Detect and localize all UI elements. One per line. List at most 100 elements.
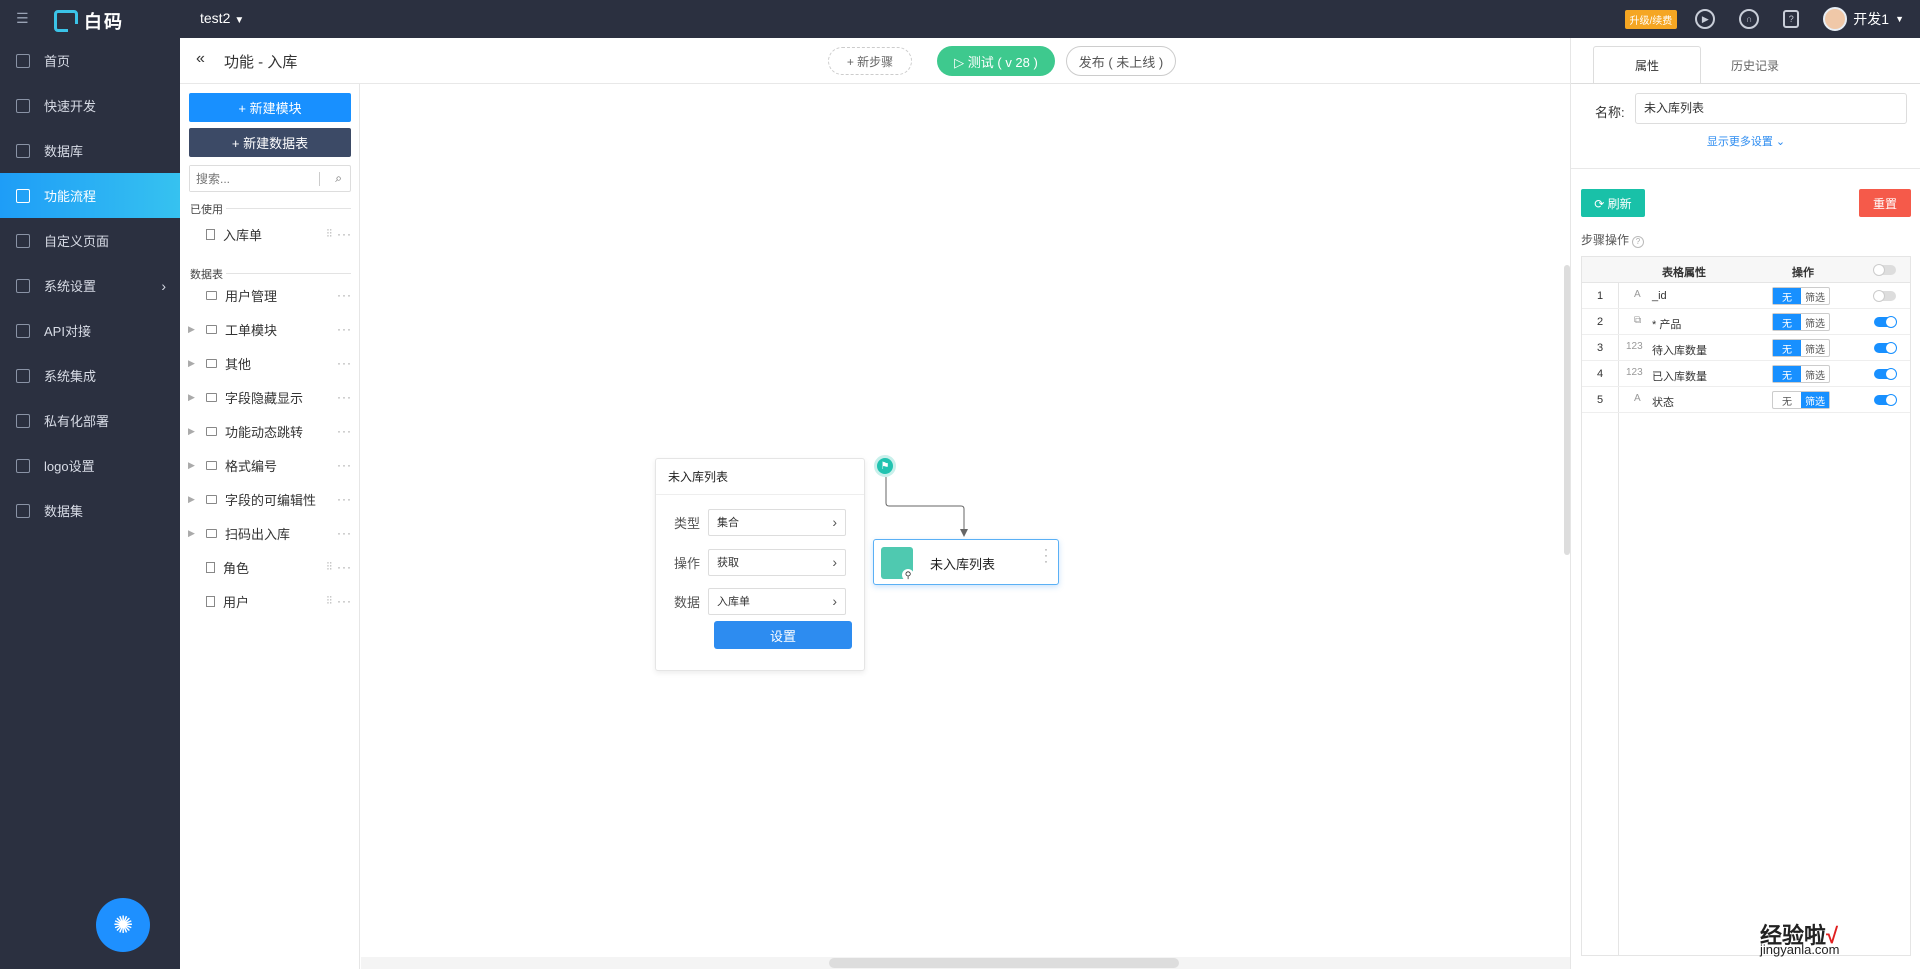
search-icon[interactable]: ⌕	[335, 171, 342, 186]
document-icon	[206, 561, 215, 573]
op-filter-option[interactable]: 筛选	[1801, 340, 1829, 356]
more-icon[interactable]: ···	[337, 390, 352, 404]
sidebar-item-custom-page[interactable]: 自定义页面	[0, 218, 180, 263]
new-table-button[interactable]: + 新建数据表	[189, 128, 351, 157]
project-selector[interactable]: test2 ▼	[200, 10, 244, 26]
more-icon[interactable]: ···	[337, 227, 352, 241]
expand-arrow-icon[interactable]: ▶	[188, 358, 200, 369]
divider	[1571, 168, 1920, 169]
settings-sliders-icon[interactable]: ⫶⫶	[327, 561, 333, 574]
sidebar-item-dataset[interactable]: 数据集	[0, 488, 180, 533]
page-header: « 功能 - 入库 + 新步骤 ▷ 测试 ( v 28 ) 发布 ( 未上线 )	[180, 38, 1570, 84]
data-select[interactable]: 入库单 ›	[708, 587, 846, 615]
new-module-button[interactable]: + 新建模块	[189, 93, 351, 122]
more-icon[interactable]: ···	[337, 492, 352, 506]
sidebar-item-label: 功能流程	[44, 189, 97, 204]
user-caret-down-icon[interactable]: ▼	[1895, 14, 1904, 24]
table-folder-dynamic-jump[interactable]: ▶ 功能动态跳转 ···	[180, 420, 360, 442]
expand-arrow-icon[interactable]: ▶	[188, 528, 200, 539]
help-icon[interactable]: ?	[1783, 10, 1800, 28]
table-folder-user-mgmt[interactable]: 用户管理 ···	[180, 284, 360, 306]
op-none-option[interactable]: 无	[1773, 340, 1801, 356]
database-icon	[16, 143, 30, 158]
app-logo[interactable]: 白码	[54, 8, 124, 34]
flow-node[interactable]: 未入库列表 ···	[873, 539, 1059, 585]
table-folder-workorder[interactable]: ▶ 工单模块 ···	[180, 318, 360, 340]
operation-select[interactable]: 获取 ›	[708, 548, 846, 576]
op-none-option[interactable]: 无	[1773, 288, 1801, 304]
avatar[interactable]	[1823, 7, 1848, 31]
visibility-toggle[interactable]	[1874, 342, 1897, 354]
more-icon[interactable]: ···	[337, 322, 352, 336]
sidebar-item-flow[interactable]: 功能流程	[0, 173, 180, 218]
sidebar-item-home[interactable]: 首页	[0, 38, 180, 83]
show-more-settings-link[interactable]: 显示更多设置 ⌄	[1571, 133, 1920, 149]
sidebar-item-api[interactable]: API对接	[0, 308, 180, 353]
sidebar-item-integration[interactable]: 系统集成	[0, 353, 180, 398]
visibility-toggle[interactable]	[1874, 368, 1897, 380]
flow-canvas[interactable]: ⚑ 未入库列表 类型 集合 › 操作 获取 › 数据 入库单 › 设置 未入库列表 ·…	[361, 85, 1570, 969]
expand-arrow-icon[interactable]: ▶	[188, 460, 200, 471]
more-icon[interactable]: ···	[337, 560, 352, 574]
op-none-option[interactable]: 无	[1773, 314, 1801, 330]
header-op: 操作	[1792, 267, 1814, 279]
visibility-toggle[interactable]	[1874, 394, 1897, 406]
tab-history[interactable]: 历史记录	[1701, 46, 1809, 84]
play-circle-icon[interactable]: ▶	[1695, 9, 1716, 29]
table-role[interactable]: 角色 ⫶⫶ ···	[180, 556, 360, 578]
sidebar-item-quick-dev[interactable]: 快速开发	[0, 83, 180, 128]
used-item-inbound[interactable]: 入库单 ⫶⫶ ···	[180, 223, 360, 245]
op-none-option[interactable]: 无	[1773, 392, 1801, 408]
menu-toggle-icon[interactable]: ☰	[16, 11, 32, 25]
upgrade-button[interactable]: 升级/续费	[1624, 9, 1678, 29]
settings-button[interactable]: 设置	[714, 621, 852, 649]
table-folder-field-hide[interactable]: ▶ 字段隐藏显示 ···	[180, 386, 360, 408]
lightbulb-icon[interactable]: ✺	[96, 898, 150, 952]
tab-properties[interactable]: 属性	[1593, 46, 1701, 84]
settings-sliders-icon[interactable]: ⫶⫶	[327, 228, 333, 241]
op-none-option[interactable]: 无	[1773, 366, 1801, 382]
sidebar-item-settings[interactable]: 系统设置 ›	[0, 263, 180, 308]
refresh-button[interactable]: ⟳ 刷新	[1581, 189, 1645, 217]
expand-arrow-icon[interactable]: ▶	[188, 494, 200, 505]
user-name[interactable]: 开发1	[1853, 9, 1889, 29]
table-folder-other[interactable]: ▶ 其他 ···	[180, 352, 360, 374]
visibility-toggle[interactable]	[1874, 316, 1897, 328]
test-button[interactable]: ▷ 测试 ( v 28 )	[937, 46, 1055, 76]
header-toggle[interactable]	[1873, 264, 1896, 276]
help-circle-icon[interactable]: ?	[1632, 236, 1645, 248]
more-icon[interactable]: ···	[337, 594, 352, 608]
more-icon[interactable]: ···	[337, 526, 352, 540]
table-folder-format-number[interactable]: ▶ 格式编号 ···	[180, 454, 360, 476]
more-icon[interactable]: ···	[337, 356, 352, 370]
headset-icon[interactable]: ∩	[1739, 9, 1760, 29]
table-folder-scan-stock[interactable]: ▶ 扫码出入库 ···	[180, 522, 360, 544]
publish-button[interactable]: 发布 ( 未上线 )	[1066, 46, 1176, 76]
start-flag-icon[interactable]: ⚑	[874, 455, 896, 477]
type-select[interactable]: 集合 ›	[708, 508, 846, 536]
op-filter-option[interactable]: 筛选	[1801, 392, 1829, 408]
table-folder-editability[interactable]: ▶ 字段的可编辑性 ···	[180, 488, 360, 510]
sidebar-item-database[interactable]: 数据库	[0, 128, 180, 173]
double-chevron-left-icon[interactable]: «	[196, 50, 205, 68]
table-user[interactable]: 用户 ⫶⫶ ···	[180, 590, 360, 612]
more-icon[interactable]: ···	[337, 458, 352, 472]
more-icon[interactable]: ···	[337, 424, 352, 438]
expand-arrow-icon[interactable]: ▶	[188, 392, 200, 403]
op-filter-option[interactable]: 筛选	[1801, 288, 1829, 304]
more-icon[interactable]: ···	[337, 288, 352, 302]
op-filter-option[interactable]: 筛选	[1801, 366, 1829, 382]
new-step-button[interactable]: + 新步骤	[828, 47, 912, 75]
sidebar-item-logo[interactable]: logo设置	[0, 443, 180, 488]
reset-button[interactable]: 重置	[1859, 189, 1911, 217]
vertical-more-icon[interactable]: · · ·	[1044, 543, 1048, 567]
op-filter-option[interactable]: 筛选	[1801, 314, 1829, 330]
search-input[interactable]	[190, 166, 310, 191]
sidebar-item-private-deploy[interactable]: 私有化部署	[0, 398, 180, 443]
name-field[interactable]: 未入库列表	[1635, 93, 1907, 124]
expand-arrow-icon[interactable]: ▶	[188, 426, 200, 437]
visibility-toggle[interactable]	[1873, 290, 1896, 302]
expand-arrow-icon[interactable]: ▶	[188, 324, 200, 335]
horizontal-scrollbar[interactable]	[829, 958, 1179, 968]
settings-sliders-icon[interactable]: ⫶⫶	[327, 595, 333, 608]
